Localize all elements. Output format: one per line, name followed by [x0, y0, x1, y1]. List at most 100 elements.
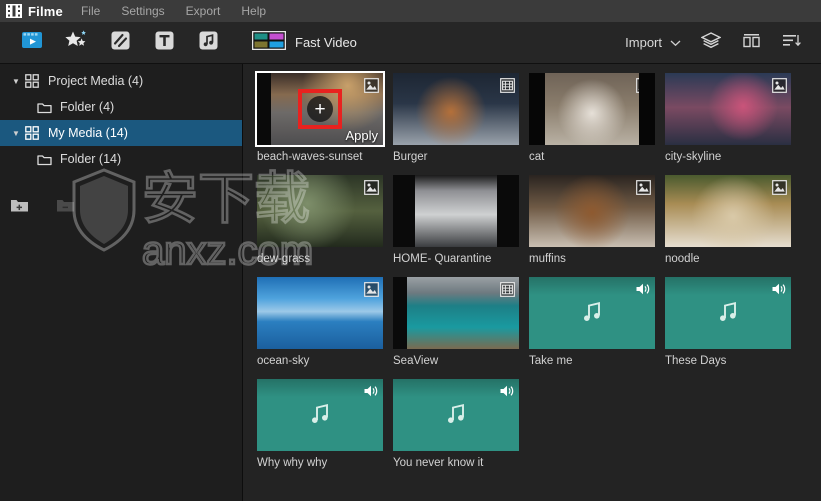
main-toolbar: Fast Video Import — [0, 22, 821, 64]
speaker-icon — [771, 281, 787, 297]
media-library-icon — [21, 30, 43, 55]
media-item[interactable]: These Days — [665, 277, 801, 367]
media-thumbnail[interactable] — [665, 73, 791, 145]
sidebar-item-label: Project Media (4) — [48, 74, 144, 88]
menu-item-help[interactable]: Help — [241, 0, 266, 22]
apply-label: Apply — [345, 128, 378, 143]
plus-icon[interactable]: + — [307, 96, 333, 122]
media-item[interactable]: ocean-sky — [257, 277, 393, 367]
media-item[interactable]: noodle — [665, 175, 801, 265]
video-badge-icon — [499, 179, 515, 195]
media-item[interactable]: + Apply beach-waves-sunset — [255, 71, 393, 163]
toolbar-button-audio[interactable] — [186, 22, 230, 64]
app-title: Filme — [28, 3, 63, 19]
filme-app-window: Filme File Settings Export Help Fast Vid… — [0, 0, 821, 501]
toolbar-button-effects[interactable] — [54, 22, 98, 64]
media-item[interactable]: dew-grass — [257, 175, 393, 265]
media-thumbnail[interactable] — [257, 277, 383, 349]
video-badge-icon — [499, 281, 515, 297]
toolbar-right-group: Import — [615, 22, 811, 64]
caret-down-icon[interactable]: ▼ — [8, 77, 24, 86]
media-thumbnail[interactable] — [257, 379, 383, 451]
fast-video-button[interactable]: Fast Video — [251, 30, 357, 55]
caret-down-icon[interactable]: ▼ — [8, 129, 24, 138]
toolbar-button-text[interactable] — [142, 22, 186, 64]
media-item[interactable]: HOME- Quarantine — [393, 175, 529, 265]
media-item[interactable]: Take me — [529, 277, 665, 367]
layers-icon — [700, 31, 722, 54]
media-thumbnail[interactable] — [257, 175, 383, 247]
media-item-label: SeaView — [393, 355, 439, 367]
media-thumbnail[interactable] — [529, 277, 655, 349]
music-note-icon — [307, 400, 333, 431]
transitions-icon — [110, 30, 131, 56]
media-item-label: HOME- Quarantine — [393, 253, 492, 265]
sidebar-item-folder-project[interactable]: Folder (4) — [0, 94, 242, 120]
sidebar-item-folder-my-media[interactable]: Folder (14) — [0, 146, 242, 172]
media-item[interactable]: You never know it — [393, 379, 529, 469]
music-note-icon — [443, 400, 469, 431]
media-item-label: dew-grass — [257, 253, 311, 265]
toolbar-button-media[interactable] — [10, 22, 54, 64]
media-item[interactable]: cat — [529, 73, 665, 163]
media-grid: + Apply beach-waves-sunset Burger cat ci… — [243, 64, 821, 501]
media-item-label: Take me — [529, 355, 573, 367]
sidebar-item-my-media[interactable]: ▼ My Media (14) — [0, 120, 242, 146]
image-badge-icon — [771, 179, 787, 195]
media-thumbnail[interactable] — [529, 73, 655, 145]
media-item-label: muffins — [529, 253, 566, 265]
menu-item-file[interactable]: File — [81, 0, 100, 22]
media-item[interactable]: SeaView — [393, 277, 529, 367]
sidebar-footer — [0, 191, 242, 501]
image-badge-icon — [363, 179, 379, 195]
image-badge-icon — [635, 77, 651, 93]
media-tree: ▼ Project Media (4) Folder (4) ▼ My Medi… — [0, 64, 242, 172]
layers-button[interactable] — [691, 22, 731, 64]
add-folder-button[interactable] — [8, 199, 30, 217]
media-item[interactable]: Burger — [393, 73, 529, 163]
media-thumbnail[interactable] — [393, 379, 519, 451]
import-button[interactable]: Import — [615, 22, 691, 64]
media-thumbnail[interactable] — [393, 175, 519, 247]
media-item[interactable]: Why why why — [257, 379, 393, 469]
media-item-label: ocean-sky — [257, 355, 310, 367]
media-item[interactable]: muffins — [529, 175, 665, 265]
media-sidebar: ▼ Project Media (4) Folder (4) ▼ My Medi… — [0, 64, 243, 501]
sidebar-item-label: Folder (14) — [60, 152, 122, 166]
speaker-icon — [499, 383, 515, 399]
toolbar-tool-group — [10, 22, 230, 64]
sidebar-item-label: My Media (14) — [48, 126, 128, 140]
media-thumbnail[interactable] — [393, 277, 519, 349]
folder-icon — [36, 151, 52, 167]
media-thumbnail[interactable] — [665, 175, 791, 247]
media-thumbnail[interactable]: + Apply — [255, 71, 385, 147]
effects-icon — [64, 29, 88, 56]
music-note-icon — [579, 298, 605, 329]
grid-view-button[interactable] — [731, 22, 771, 64]
menu-item-export[interactable]: Export — [186, 0, 221, 22]
toolbar-button-transitions[interactable] — [98, 22, 142, 64]
sort-button[interactable] — [771, 22, 811, 64]
media-thumbnail[interactable] — [529, 175, 655, 247]
grid-view-icon — [742, 32, 761, 54]
image-badge-icon — [635, 179, 651, 195]
remove-folder-button[interactable] — [54, 199, 76, 217]
media-thumbnail[interactable] — [665, 277, 791, 349]
add-folder-icon — [10, 198, 29, 218]
sidebar-item-project-media[interactable]: ▼ Project Media (4) — [0, 68, 242, 94]
media-item-label: cat — [529, 151, 545, 163]
image-badge-icon — [771, 77, 787, 93]
fast-video-icon — [251, 30, 287, 55]
title-bar: Filme File Settings Export Help — [0, 0, 821, 22]
media-item-label: beach-waves-sunset — [257, 151, 363, 163]
sort-list-icon — [782, 32, 801, 54]
menu-item-settings[interactable]: Settings — [121, 0, 164, 22]
image-badge-icon — [363, 281, 379, 297]
music-note-icon — [715, 298, 741, 329]
media-item[interactable]: city-skyline — [665, 73, 801, 163]
chevron-down-icon — [670, 34, 681, 52]
media-thumbnail[interactable] — [393, 73, 519, 145]
grid-squares-icon — [24, 125, 40, 141]
apply-highlight-box: + — [298, 89, 342, 129]
media-item-label: Burger — [393, 151, 428, 163]
